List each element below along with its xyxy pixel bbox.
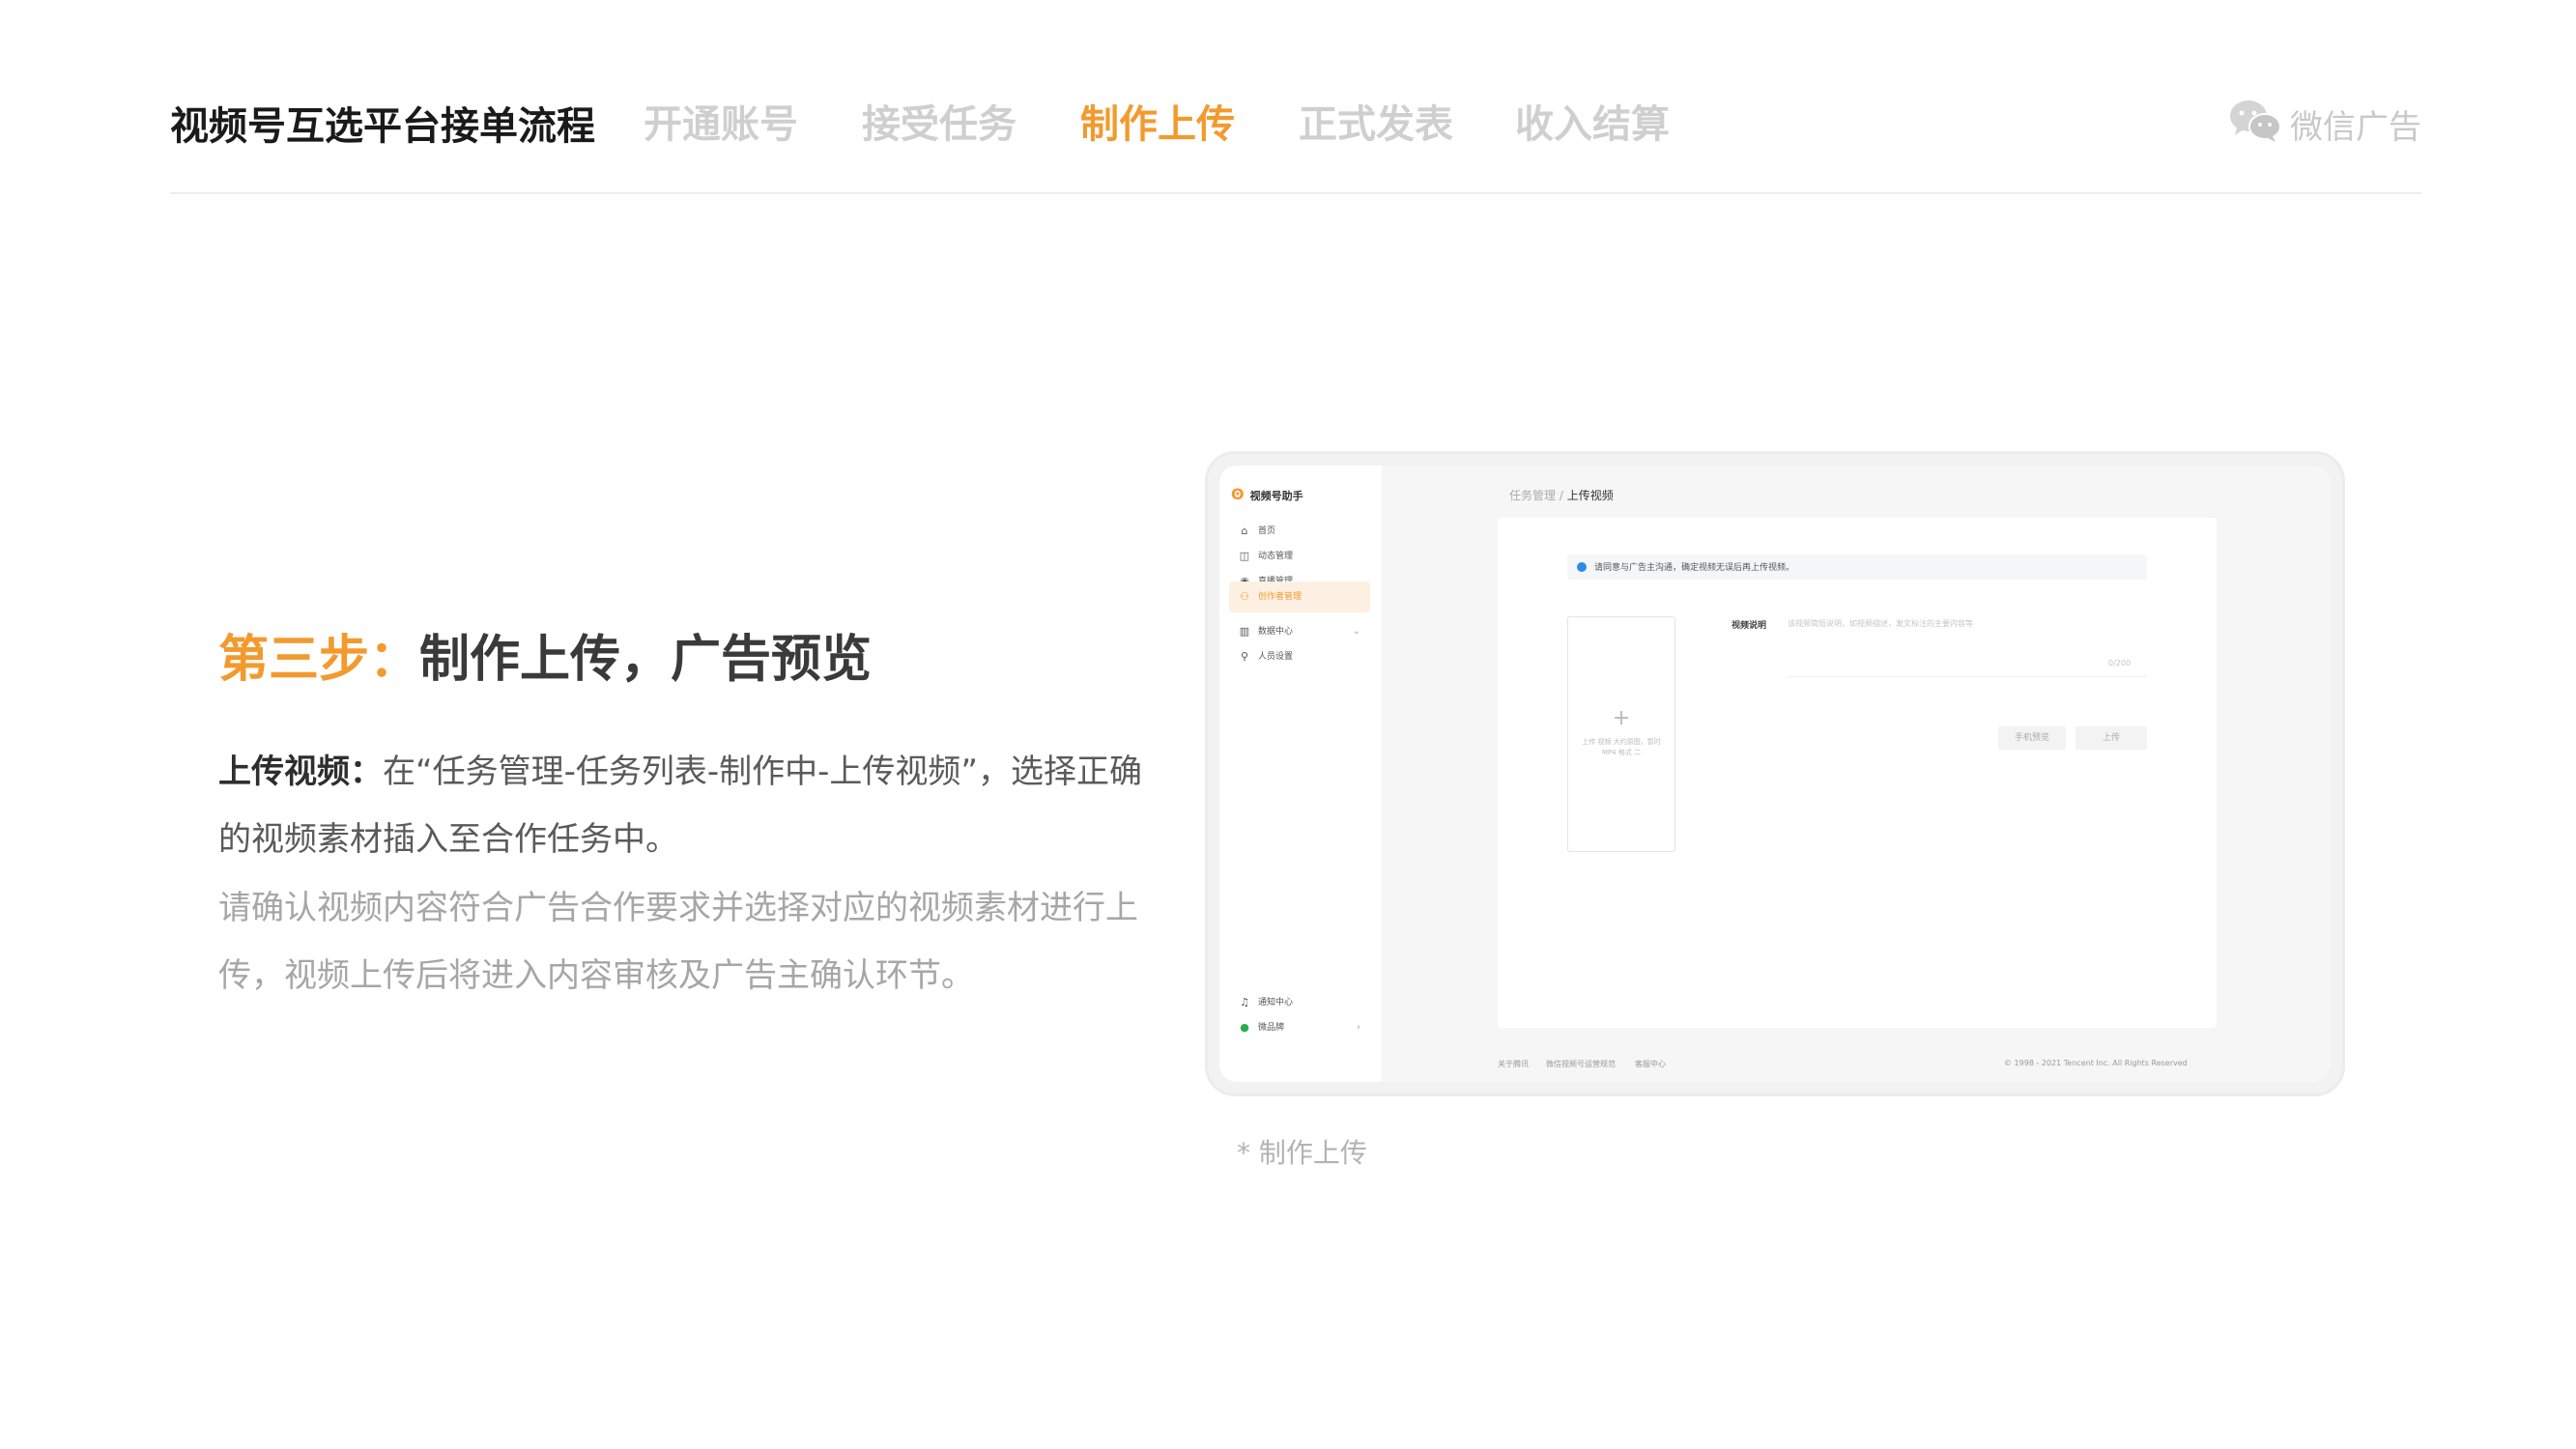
description-input[interactable]: 该视频简短说明，如视频描述，发文标注的主要内容等 (1788, 618, 1973, 629)
top-nav: 视频号互选平台接单流程 开通账号 接受任务 制作上传 正式发表 收入结算 微信广… (170, 89, 2421, 149)
menu-label: 微品牌 (1258, 1023, 1285, 1033)
butterfly-icon: Ꙩ (1231, 485, 1245, 503)
app-screenshot: Ꙩ视频号助手 ⌂ 首页 ◫ 动态管理 ◉ 直播管理 ⚇ 创作者管理 ▥ 数据中心 (1219, 466, 2331, 1082)
page-title: 视频号互选平台接单流程 (170, 104, 595, 149)
creator-icon: ⚇ (1240, 590, 1249, 603)
upload-description: 上传视频：在“任务管理-任务列表-制作中-上传视频”，选择正确的视频素材插入至合… (218, 738, 1146, 873)
step-heading: 第三步：制作上传，广告预览 (218, 618, 872, 691)
chevron-right-icon: › (1357, 1022, 1360, 1033)
mock-app-logo: Ꙩ 视频号助手 (1231, 485, 1303, 503)
description-label: 视频说明 (1732, 621, 1767, 631)
breadcrumb-current: 上传视频 (1566, 489, 1614, 502)
mock-app-name: 视频号助手 (1249, 490, 1303, 502)
footer-link-about[interactable]: 关于腾讯 (1498, 1059, 1529, 1069)
menu-label: 人员设置 (1258, 652, 1294, 662)
tab-step-4[interactable]: 正式发表 (1299, 93, 1453, 149)
brand-logo: 微信广告 (2228, 97, 2421, 147)
mock-upload-area[interactable]: + 上传 视频 大约原图，暂时 MP4 格式 二 (1567, 616, 1675, 852)
plus-icon: + (1612, 706, 1631, 730)
tab-step-2[interactable]: 接受任务 (862, 93, 1016, 149)
description-underline (1788, 676, 2147, 677)
figure-caption: * 制作上传 (1237, 1137, 1367, 1169)
mock-breadcrumb: 任务管理 / 上传视频 (1509, 487, 1614, 503)
footer-copyright: © 1998 - 2021 Tencent Inc. All Rights Re… (2004, 1059, 2188, 1067)
upload-lead: 上传视频： (218, 753, 383, 791)
upload-hint: 上传 视频 大约原图，暂时 MP4 格式 二 (1582, 738, 1661, 756)
tab-step-1[interactable]: 开通账号 (644, 93, 798, 149)
info-icon (1577, 562, 1587, 572)
notice-text: 请同意与广告主沟通，确定视频无误后再上传视频。 (1594, 563, 1795, 573)
breadcrumb-separator: / (1556, 489, 1567, 502)
brand-icon: ● (1240, 1021, 1249, 1034)
step-title: 制作上传，广告预览 (419, 631, 873, 689)
footer-link-rules[interactable]: 微信视频号运营规范 (1546, 1059, 1616, 1069)
phone-preview-button[interactable]: 手机预览 (1998, 726, 2066, 750)
step-number: 第三步： (218, 631, 420, 689)
header-divider (170, 192, 2421, 194)
brand-name: 微信广告 (2290, 108, 2421, 147)
mock-upload-card: 请同意与广告主沟通，确定视频无误后再上传视频。 + 上传 视频 大约原图，暂时 … (1498, 518, 2217, 1028)
wechat-icon (2230, 100, 2281, 142)
upload-button[interactable]: 上传 (2075, 726, 2147, 750)
char-count: 0/200 (2108, 659, 2132, 668)
tab-step-3[interactable]: 制作上传 (1080, 93, 1235, 149)
tab-step-5[interactable]: 收入结算 (1515, 93, 1670, 149)
screenshot-frame: Ꙩ视频号助手 ⌂ 首页 ◫ 动态管理 ◉ 直播管理 ⚇ 创作者管理 ▥ 数据中心 (1208, 454, 2342, 1094)
review-note: 请确认视频内容符合广告合作要求并选择对应的视频素材进行上传，视频上传后将进入内容… (218, 889, 1138, 995)
footer-link-service[interactable]: 客服中心 (1635, 1059, 1666, 1069)
mock-menu-brand[interactable]: ● 微品牌 › (1229, 1012, 1370, 1043)
mock-menu-staff[interactable]: ⚲ 人员设置 (1229, 641, 1370, 672)
breadcrumb-parent[interactable]: 任务管理 (1509, 489, 1556, 502)
mock-menu-creator[interactable]: ⚇ 创作者管理 (1229, 582, 1370, 612)
mock-notice: 请同意与广告主沟通，确定视频无误后再上传视频。 (1567, 554, 2147, 580)
person-icon: ⚲ (1240, 650, 1249, 663)
menu-label: 创作者管理 (1258, 592, 1302, 602)
mock-sidebar: Ꙩ视频号助手 ⌂ 首页 ◫ 动态管理 ◉ 直播管理 ⚇ 创作者管理 ▥ 数据中心 (1219, 466, 1382, 1082)
